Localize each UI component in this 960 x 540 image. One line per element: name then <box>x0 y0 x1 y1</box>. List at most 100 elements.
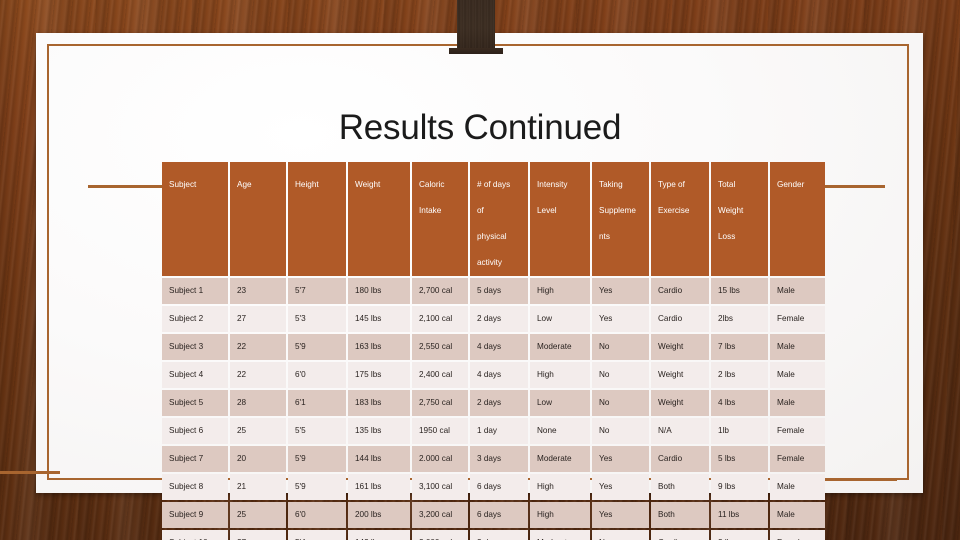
table-column-header: Gender <box>770 162 825 276</box>
table-row: Subject 4 22 6'0 175 lbs 2,400 cal 4 days High… <box>162 362 825 388</box>
table-cell: Subject 9 <box>162 502 228 528</box>
table-column-header-line: activity <box>477 258 503 267</box>
results-table: Subject Age Height Weight Caloric Intake # of … <box>160 160 827 540</box>
table-cell: Yes <box>592 278 649 304</box>
table-column-header-line: Height <box>295 180 319 189</box>
table-column-header: Caloric Intake <box>412 162 468 276</box>
table-cell: N/A <box>651 418 709 444</box>
table-cell: Cardio <box>651 278 709 304</box>
table-cell: 6 days <box>470 474 528 500</box>
table-cell: 5'4 <box>288 530 346 540</box>
table-column-header: Weight <box>348 162 410 276</box>
table-header-row: Subject Age Height Weight Caloric Intake # of … <box>162 162 825 276</box>
table-row: Subject 10275'4142 lbs2,000 cal3 daysMod… <box>162 530 825 540</box>
table-cell: 6'1 <box>288 390 346 416</box>
table-column-header: Age <box>230 162 286 276</box>
table-cell: 25 <box>230 418 286 444</box>
table-column-header-line: Loss <box>718 232 736 241</box>
table-cell: Moderate <box>530 446 590 472</box>
table-column-header-line: Weight <box>355 180 381 189</box>
table-header: Subject Age Height Weight Caloric Intake # of … <box>162 162 825 276</box>
table-cell: Weight <box>651 362 709 388</box>
accent-rule-left-bottom <box>0 471 60 474</box>
table-cell: 2,400 cal <box>412 362 468 388</box>
table-column-header-line: Suppleme <box>599 206 636 215</box>
table-cell: Moderate <box>530 334 590 360</box>
table-cell: 142 lbs <box>348 530 410 540</box>
table-cell: Male <box>770 278 825 304</box>
presentation-slide: Results Continued Subject Age Height Weight… <box>0 0 960 540</box>
table-cell: 6'0 <box>288 362 346 388</box>
table-cell: 145 lbs <box>348 306 410 332</box>
table-cell: 6 days <box>470 502 528 528</box>
table-cell: 5'5 <box>288 418 346 444</box>
table-row: Subject 6 25 5'5 135 lbs 1950 cal 1 day None No… <box>162 418 825 444</box>
table-cell: Weight <box>651 334 709 360</box>
table-cell: Male <box>770 390 825 416</box>
table-cell: No <box>592 418 649 444</box>
table-cell: Female <box>770 446 825 472</box>
table-cell: 27 <box>230 530 286 540</box>
table-cell: Yes <box>592 502 649 528</box>
table-cell: Male <box>770 334 825 360</box>
table-cell: 2,750 cal <box>412 390 468 416</box>
table-cell: Male <box>770 474 825 500</box>
table-cell: Subject 10 <box>162 530 228 540</box>
table-column-header: Height <box>288 162 346 276</box>
table-cell: 3,100 cal <box>412 474 468 500</box>
decorative-strap <box>457 0 495 52</box>
table-row: Subject 5 28 6'1 183 lbs 2,750 cal 2 days Low N… <box>162 390 825 416</box>
table-cell: 2,000 cal <box>412 530 468 540</box>
table-cell: 5'9 <box>288 474 346 500</box>
table-cell: High <box>530 278 590 304</box>
table-cell: 3,200 cal <box>412 502 468 528</box>
table-row: Subject 3 22 5'9 163 lbs 2,550 cal 4 days Mode… <box>162 334 825 360</box>
page-title: Results Continued <box>338 108 622 147</box>
table-cell: High <box>530 502 590 528</box>
table-cell: 22 <box>230 362 286 388</box>
table-cell: Moderate <box>530 530 590 540</box>
table-column-header-line: Weight <box>718 206 744 215</box>
table-cell: 163 lbs <box>348 334 410 360</box>
table-cell: Subject 5 <box>162 390 228 416</box>
table-cell: Subject 8 <box>162 474 228 500</box>
table-column-header-line: Type of <box>658 180 685 189</box>
table-column-header-line: # of days <box>477 180 511 189</box>
table-cell: High <box>530 362 590 388</box>
table-column-header-line: Taking <box>599 180 623 189</box>
table-cell: Subject 1 <box>162 278 228 304</box>
table-cell: 27 <box>230 306 286 332</box>
table-column-header-line: nts <box>599 232 610 241</box>
table-cell: 2 lbs <box>711 362 768 388</box>
table-cell: 3 days <box>470 446 528 472</box>
table-cell: 1 day <box>470 418 528 444</box>
table-cell: 7 lbs <box>711 334 768 360</box>
table-column-header: Total Weight Loss <box>711 162 768 276</box>
table-column-header-line: Intake <box>419 206 442 215</box>
table-row: Subject 1 23 5'7 180 lbs 2,700 cal 5 days High… <box>162 278 825 304</box>
table-cell: Female <box>770 418 825 444</box>
table-column-header-line: Intensity <box>537 180 568 189</box>
decorative-strap-foot <box>449 48 503 54</box>
table-cell: No <box>592 362 649 388</box>
table-cell: Cardio <box>651 446 709 472</box>
table-cell: Female <box>770 530 825 540</box>
table-cell: Cardio <box>651 306 709 332</box>
table-row: Subject 8 21 5'9 161 lbs 3,100 cal 6 days High… <box>162 474 825 500</box>
table-column-header: Type of Exercise <box>651 162 709 276</box>
table-cell: Cardio <box>651 530 709 540</box>
table-cell: 9 lbs <box>711 474 768 500</box>
table-cell: 23 <box>230 278 286 304</box>
table-cell: 1950 cal <box>412 418 468 444</box>
table-cell: 5'3 <box>288 306 346 332</box>
table-cell: 5 lbs <box>711 446 768 472</box>
table-cell: 5'9 <box>288 446 346 472</box>
table-column-header-line: Age <box>237 180 252 189</box>
table-column-header: Subject <box>162 162 228 276</box>
table-cell: Male <box>770 502 825 528</box>
table-cell: 2 days <box>470 306 528 332</box>
table-cell: 183 lbs <box>348 390 410 416</box>
table-cell: Weight <box>651 390 709 416</box>
table-column-header-line: of <box>477 206 484 215</box>
table-cell: 5 days <box>470 278 528 304</box>
